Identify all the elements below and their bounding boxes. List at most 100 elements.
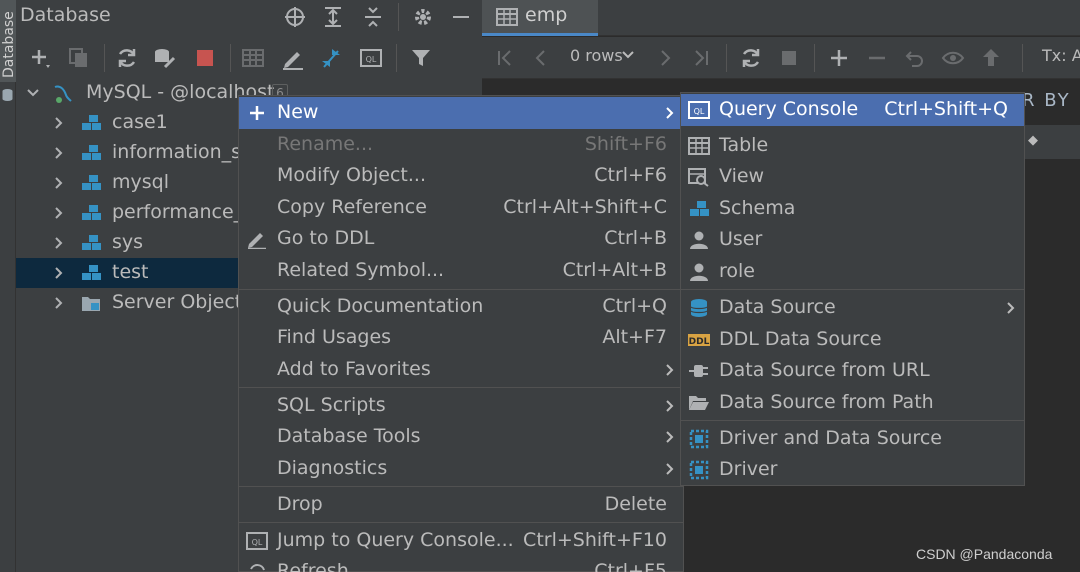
last-page-icon[interactable]	[688, 45, 714, 71]
ddl-icon: DDL	[688, 334, 710, 347]
sort-icon[interactable]: ◆	[1028, 133, 1038, 148]
menu-item-quick-documentation[interactable]: Quick Documentation Ctrl+Q	[239, 291, 683, 323]
tree-node-label: case1	[112, 111, 168, 133]
menu-item-label: User	[719, 228, 763, 250]
reload-icon[interactable]	[738, 45, 764, 71]
menu-item-refresh[interactable]: Refresh Ctrl+F5	[239, 556, 683, 572]
revert-icon[interactable]	[902, 45, 928, 71]
menu-item-label: SQL Scripts	[277, 394, 386, 416]
chevron-right-icon[interactable]	[52, 266, 66, 280]
mysql-icon	[54, 85, 72, 103]
previous-page-icon[interactable]	[528, 45, 554, 71]
menu-item-sql-scripts[interactable]: SQL Scripts	[239, 390, 683, 422]
submenu-item-query-console[interactable]: QL Query Console Ctrl+Shift+Q	[681, 94, 1024, 126]
delete-row-icon[interactable]	[864, 45, 890, 71]
menu-separator	[681, 420, 1024, 421]
chevron-right-icon[interactable]	[52, 116, 66, 130]
first-page-icon[interactable]	[492, 45, 518, 71]
data-source-properties-icon[interactable]	[152, 45, 178, 71]
database-side-tab-label: Database	[1, 11, 17, 78]
tree-node-label: information_sc	[112, 141, 252, 163]
expand-all-icon[interactable]	[320, 4, 346, 30]
submenu-item-table[interactable]: Table	[681, 130, 1024, 162]
editor-tab-bar: emp	[482, 0, 1080, 36]
toolbar-separator	[726, 44, 727, 72]
menu-item-label: Find Usages	[277, 326, 392, 348]
add-icon[interactable]	[28, 45, 54, 71]
submenu-item-role[interactable]: role	[681, 256, 1024, 288]
menu-item-modify-object[interactable]: Modify Object... Ctrl+F6	[239, 160, 683, 192]
menu-item-go-to-ddl[interactable]: Go to DDL Ctrl+B	[239, 223, 683, 255]
tree-node-label: test	[112, 261, 149, 283]
driver-icon	[689, 460, 709, 480]
submenu-item-driver-and-data-source[interactable]: Driver and Data Source	[681, 423, 1024, 455]
chevron-right-icon[interactable]	[52, 296, 66, 310]
edit-icon[interactable]	[280, 45, 306, 71]
query-console-icon[interactable]: QL	[358, 45, 384, 71]
menu-item-label: Table	[719, 134, 769, 156]
menu-item-shortcut: Ctrl+F5	[594, 560, 667, 572]
submenu-item-driver[interactable]: Driver	[681, 454, 1024, 486]
chevron-right-icon[interactable]	[52, 206, 66, 220]
preview-changes-icon[interactable]	[940, 45, 966, 71]
database-side-tab[interactable]: Database	[0, 0, 17, 82]
next-page-icon[interactable]	[652, 45, 678, 71]
chevron-down-icon[interactable]	[620, 47, 636, 63]
menu-item-copy-reference[interactable]: Copy Reference Ctrl+Alt+Shift+C	[239, 192, 683, 224]
add-row-icon[interactable]	[826, 45, 852, 71]
crosshair-icon[interactable]	[282, 4, 308, 30]
menu-item-shortcut: Ctrl+Alt+Shift+C	[503, 196, 667, 218]
menu-item-label: Go to DDL	[277, 227, 375, 249]
submenu-item-data-source[interactable]: Data Source	[681, 292, 1024, 324]
submenu-item-user[interactable]: User	[681, 224, 1024, 256]
chevron-right-icon[interactable]	[52, 146, 66, 160]
submenu-item-ddl-data-source[interactable]: DDL DDL Data Source	[681, 324, 1024, 356]
menu-item-label: Query Console	[719, 98, 859, 120]
tab-label: emp	[525, 4, 568, 26]
chevron-right-icon[interactable]	[52, 236, 66, 250]
view-icon	[688, 168, 709, 187]
menu-item-find-usages[interactable]: Find Usages Alt+F7	[239, 322, 683, 354]
duplicate-icon[interactable]	[66, 45, 92, 71]
chevron-right-icon[interactable]	[52, 176, 66, 190]
menu-item-rename[interactable]: Rename... Shift+F6	[239, 129, 683, 161]
filter-icon[interactable]	[408, 45, 434, 71]
submenu-item-data-source-from-path[interactable]: Data Source from Path	[681, 387, 1024, 419]
schema-icon	[82, 175, 101, 190]
menu-item-label: New	[277, 101, 319, 123]
svg-text:QL: QL	[366, 55, 377, 64]
stop-icon[interactable]	[192, 45, 218, 71]
menu-item-related-symbol[interactable]: Related Symbol... Ctrl+Alt+B	[239, 255, 683, 287]
menu-item-diagnostics[interactable]: Diagnostics	[239, 453, 683, 485]
gear-icon[interactable]	[410, 4, 436, 30]
collapse-all-icon[interactable]	[360, 4, 386, 30]
submenu-item-data-source-from-url[interactable]: Data Source from URL	[681, 355, 1024, 387]
row-count-select[interactable]: 0 rows	[570, 46, 623, 65]
new-submenu: QL Query Console Ctrl+Shift+Q Table View…	[680, 92, 1025, 486]
jump-icon[interactable]	[318, 45, 344, 71]
query-console-icon: QL	[246, 532, 268, 550]
folder-icon	[82, 297, 100, 311]
refresh-icon[interactable]	[114, 45, 140, 71]
menu-item-shortcut: Alt+F7	[602, 326, 667, 348]
cancel-query-icon[interactable]	[776, 45, 802, 71]
submenu-item-view[interactable]: View	[681, 161, 1024, 193]
minimize-icon[interactable]	[448, 4, 474, 30]
tree-node-label: sys	[112, 231, 144, 253]
menu-item-shortcut: Ctrl+B	[604, 227, 667, 249]
submit-icon[interactable]	[978, 45, 1004, 71]
table-editor-icon[interactable]	[240, 45, 266, 71]
submenu-item-schema[interactable]: Schema	[681, 193, 1024, 225]
plus-icon	[250, 106, 264, 120]
menu-item-add-to-favorites[interactable]: Add to Favorites	[239, 354, 683, 386]
menu-item-database-tools[interactable]: Database Tools	[239, 421, 683, 453]
schema-icon	[690, 201, 709, 216]
menu-item-jump-to-query-console[interactable]: QL Jump to Query Console... Ctrl+Shift+F…	[239, 525, 683, 557]
menu-item-drop[interactable]: Drop Delete	[239, 489, 683, 521]
transaction-mode-select[interactable]: Tx: Au	[1042, 46, 1080, 65]
chevron-down-icon[interactable]	[26, 86, 40, 100]
tab-emp[interactable]: emp	[482, 0, 598, 36]
menu-item-new[interactable]: New	[239, 97, 683, 129]
pencil-icon	[248, 233, 266, 249]
database-side-icon[interactable]	[1, 88, 14, 102]
